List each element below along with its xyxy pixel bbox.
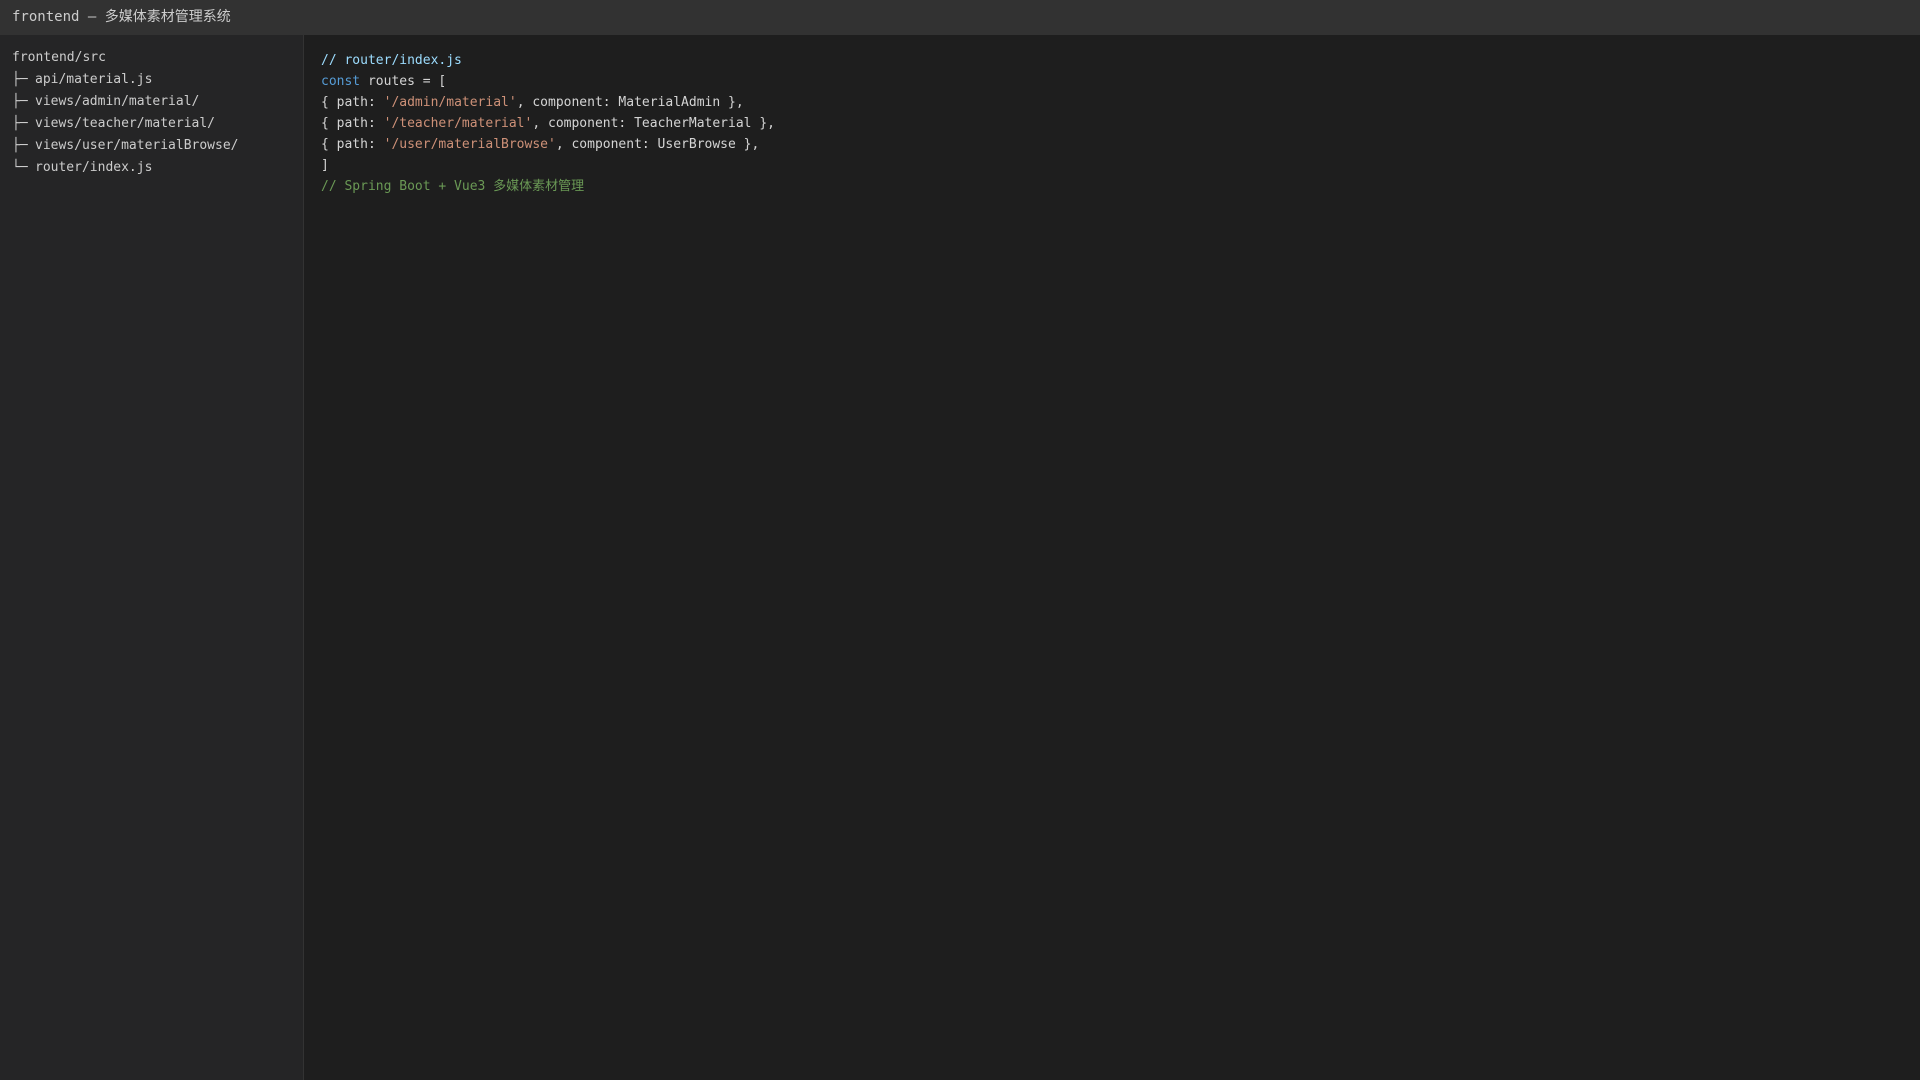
- tree-branch-glyph: ├─: [12, 72, 28, 87]
- tree-branch-glyph: └─: [12, 160, 28, 175]
- code-line-route: { path: '/admin/material', component: Ma…: [321, 92, 1920, 113]
- tree-item-label: views/user/materialBrowse/: [35, 138, 239, 153]
- code-text: routes = [: [360, 74, 447, 89]
- tree-branch-glyph: ├─: [12, 116, 28, 131]
- code-text: , component: UserBrowse },: [555, 137, 760, 152]
- file-explorer-sidebar: frontend/src ├─ api/material.js ├─ views/a…: [0, 35, 304, 1080]
- code-keyword-const: const: [321, 74, 361, 89]
- tree-item-views-teacher-material[interactable]: ├─ views/teacher/material/: [12, 113, 303, 135]
- tree-item-views-admin-material[interactable]: ├─ views/admin/material/: [12, 91, 303, 113]
- tree-item-api-material[interactable]: ├─ api/material.js: [12, 69, 303, 91]
- tree-item-router-index[interactable]: └─ router/index.js: [12, 157, 303, 179]
- tree-branch-glyph: ├─: [12, 94, 28, 109]
- code-string-path: '/teacher/material': [383, 116, 533, 131]
- tree-item-label: views/admin/material/: [35, 94, 200, 109]
- code-line-close-bracket: ]: [321, 158, 329, 173]
- code-editor[interactable]: // router/index.js const routes = [ { pa…: [305, 35, 1920, 1080]
- tree-item-label: api/material.js: [35, 72, 153, 87]
- code-text: { path:: [321, 95, 384, 110]
- code-line-footer-comment: // Spring Boot + Vue3 多媒体素材管理: [321, 179, 585, 194]
- code-line-const-routes: const routes = [: [321, 71, 1920, 92]
- code-text: , component: MaterialAdmin },: [516, 95, 744, 110]
- code-string-path: '/user/materialBrowse': [383, 137, 556, 152]
- code-text: { path:: [321, 116, 384, 131]
- tree-item-views-user-materialbrowse[interactable]: ├─ views/user/materialBrowse/: [12, 135, 303, 157]
- tree-item-label: views/teacher/material/: [35, 116, 216, 131]
- code-line-file-comment: // router/index.js: [321, 53, 462, 68]
- tree-root-folder[interactable]: frontend/src: [12, 47, 303, 69]
- tree-item-label: router/index.js: [35, 160, 153, 175]
- code-text: , component: TeacherMaterial },: [532, 116, 775, 131]
- code-text: { path:: [321, 137, 384, 152]
- window-title-bar: frontend — 多媒体素材管理系统: [0, 0, 1920, 35]
- window-title: frontend — 多媒体素材管理系统: [12, 9, 231, 25]
- tree-branch-glyph: ├─: [12, 138, 28, 153]
- code-line-route: { path: '/user/materialBrowse', componen…: [321, 134, 1920, 155]
- code-string-path: '/admin/material': [383, 95, 517, 110]
- code-line-route: { path: '/teacher/material', component: …: [321, 113, 1920, 134]
